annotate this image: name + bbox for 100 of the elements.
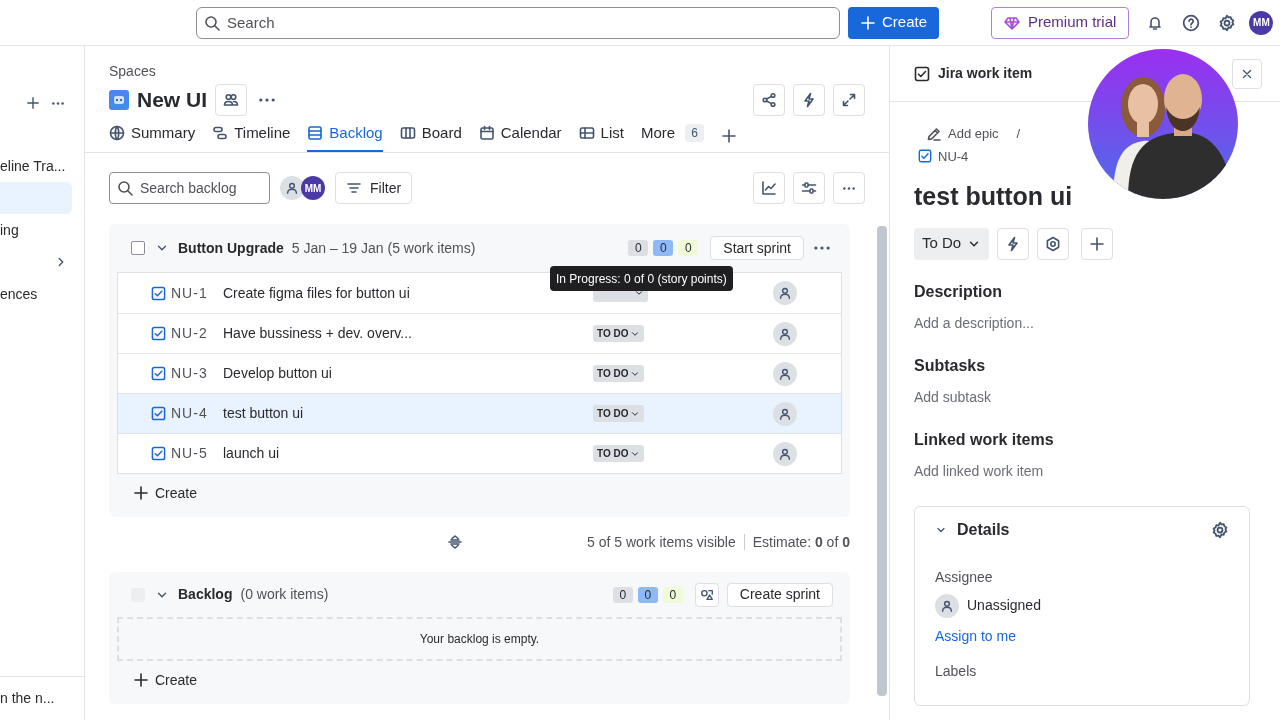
plus-icon	[720, 128, 737, 144]
backlog-icon	[307, 124, 324, 141]
work-item-summary[interactable]: Develop button ui	[223, 363, 593, 384]
plus-icon	[133, 485, 149, 501]
premium-trial-button[interactable]: Premium trial	[991, 6, 1130, 39]
assignee-avatar[interactable]	[773, 441, 797, 466]
task-checkbox-icon	[151, 366, 166, 381]
work-item-summary[interactable]: test button ui	[223, 403, 593, 424]
pencil-icon	[926, 125, 942, 142]
sidebar-item[interactable]: ences	[0, 278, 72, 310]
section-heading: Description	[914, 281, 1003, 302]
sprint-dates: 5 Jan – 19 Jan (5 work items)	[291, 238, 476, 258]
user-icon	[778, 286, 792, 300]
unassigned-avatar[interactable]	[280, 176, 304, 200]
work-item-key[interactable]: NU-1	[171, 282, 219, 304]
board-icon	[399, 124, 416, 141]
work-item-key[interactable]: NU-5	[171, 443, 219, 464]
hexagon-button[interactable]	[1037, 227, 1070, 260]
calendar-icon	[478, 124, 495, 141]
work-item-summary[interactable]: Have bussiness + dev. overv...	[223, 323, 593, 344]
section-hint[interactable]: Add subtask	[914, 386, 1250, 408]
settings-icon	[1211, 520, 1229, 539]
add-button[interactable]	[26, 96, 40, 110]
automation-button[interactable]	[997, 227, 1030, 260]
work-item-key[interactable]: NU-4	[171, 403, 219, 424]
fullscreen-button[interactable]	[833, 84, 865, 116]
lightning-icon	[801, 92, 817, 108]
plus-icon	[860, 14, 876, 31]
search-backlog-field[interactable]: Search backlog	[109, 172, 270, 204]
add-epic-button[interactable]: Add epic	[926, 124, 999, 144]
settings-button[interactable]	[1211, 520, 1229, 539]
view-settings-button[interactable]	[793, 172, 825, 204]
assignee-avatar[interactable]	[773, 281, 797, 305]
filter-icon	[346, 180, 362, 196]
assign-to-me-link[interactable]: Assign to me	[935, 625, 1229, 647]
user-avatar[interactable]: MM	[301, 176, 325, 200]
field-label: Assignee	[935, 567, 994, 587]
status-dropdown[interactable]: TO DO	[593, 365, 645, 382]
sidebar-footer-link[interactable]: n the n...	[0, 688, 55, 709]
status-dropdown[interactable]: TO DO	[593, 445, 645, 462]
insights-button[interactable]	[753, 172, 785, 204]
assignee-value[interactable]: Unassigned	[967, 595, 1041, 616]
sliders-icon	[801, 180, 817, 196]
list-icon	[578, 124, 595, 141]
plus-icon	[26, 96, 40, 110]
tab[interactable]: Backlog	[307, 121, 383, 152]
work-item-key[interactable]: NU-3	[171, 363, 219, 384]
search-field[interactable]: Search	[196, 6, 840, 39]
section-hint[interactable]: Add linked work item	[914, 460, 1250, 482]
user-icon	[778, 406, 792, 421]
count-chip: 0	[612, 586, 633, 603]
assignee-avatar[interactable]	[773, 361, 797, 386]
checkbox[interactable]	[131, 241, 145, 255]
hexagon-icon	[1045, 235, 1062, 252]
backlog-name: Backlog	[178, 585, 233, 604]
start-sprint-button[interactable]: Start sprint	[710, 236, 804, 260]
share-button[interactable]	[753, 84, 785, 116]
status-dropdown[interactable]: To Do	[914, 227, 990, 260]
work-item-summary[interactable]: launch ui	[223, 443, 593, 464]
breadcrumb-link[interactable]: Spaces	[109, 61, 889, 82]
tab[interactable]: Board	[399, 121, 462, 152]
search-icon	[117, 180, 133, 196]
empty-message: Your backlog is empty.	[419, 631, 540, 648]
count-badge: 6	[685, 123, 704, 142]
automation-button[interactable]	[793, 84, 825, 116]
status-dropdown[interactable]: TO DO	[593, 325, 645, 342]
team-button[interactable]	[215, 84, 247, 116]
create-button[interactable]: Create	[129, 477, 202, 509]
estimate-text: Estimate: 0 of 0	[752, 532, 850, 552]
tab[interactable]: Calendar	[478, 121, 562, 152]
sidebar-item[interactable]: eline Tra...	[0, 150, 72, 182]
work-item-title: test button ui	[914, 181, 1074, 212]
shapes-button[interactable]	[694, 582, 719, 607]
tab[interactable]: List	[578, 121, 624, 152]
work-item-key[interactable]: NU-4	[938, 146, 969, 166]
section-hint[interactable]: Add a description...	[914, 312, 1250, 334]
more-button[interactable]	[52, 101, 64, 105]
work-item-key[interactable]: NU-2	[171, 323, 219, 344]
more-icon	[843, 186, 855, 190]
assignee-avatar[interactable]	[773, 321, 797, 346]
status-dropdown[interactable]: TO DO	[593, 405, 645, 422]
user-avatar[interactable]: MM	[1249, 10, 1274, 35]
more-button[interactable]	[259, 98, 275, 102]
filter-button[interactable]: Filter	[335, 172, 413, 204]
section-heading: Subtasks	[914, 355, 987, 376]
shapes-icon	[699, 587, 714, 602]
tab[interactable]: Timeline	[212, 121, 291, 152]
sidebar-item[interactable]: ing	[0, 214, 72, 246]
tooltip: In Progress: 0 of 0 (story points)	[550, 266, 733, 291]
globe-icon	[109, 124, 125, 141]
details-heading[interactable]: Details	[957, 517, 1010, 542]
more-button[interactable]	[814, 246, 830, 250]
create-button[interactable]: Create	[848, 6, 940, 39]
bell-icon	[1147, 14, 1164, 31]
assignee-avatar[interactable]	[773, 401, 797, 426]
sprint-name: Button Upgrade	[178, 238, 284, 258]
tab[interactable]: More 6	[640, 121, 704, 152]
work-item-row[interactable]: NU-4 test button ui TO DO	[118, 393, 841, 433]
task-checkbox-icon	[151, 285, 166, 301]
tab[interactable]: Summary	[109, 121, 196, 152]
